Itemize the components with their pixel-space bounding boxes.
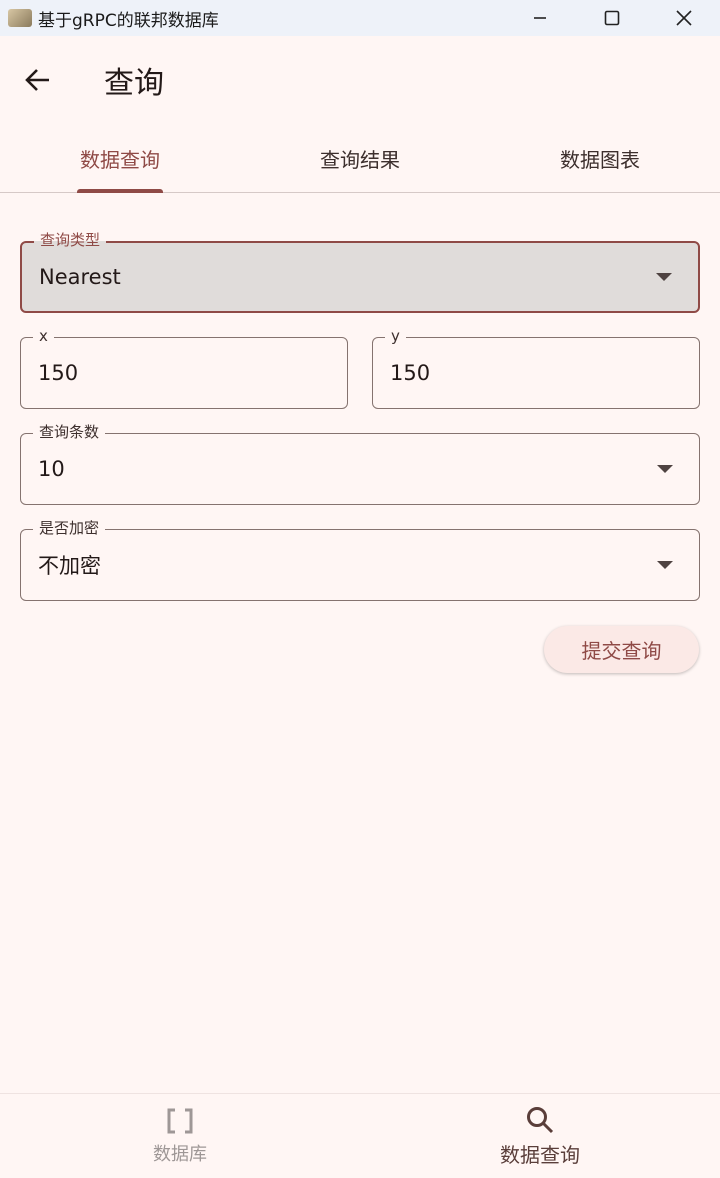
close-icon (676, 10, 692, 26)
tab-indicator (77, 189, 163, 193)
x-input[interactable]: x 150 (20, 327, 348, 409)
encrypt-value: 不加密 (38, 554, 101, 578)
y-value: 150 (390, 361, 431, 385)
tab-bar: 数据查询 查询结果 数据图表 (0, 124, 720, 193)
minimize-icon (534, 17, 546, 19)
nav-item-data-query[interactable]: 数据查询 (360, 1094, 720, 1178)
query-type-value: Nearest (39, 265, 121, 289)
dropdown-arrow-icon (657, 465, 673, 473)
dropdown-arrow-icon (656, 273, 672, 281)
tab-data-query[interactable]: 数据查询 (0, 124, 240, 193)
page-title: 查询 (104, 66, 164, 101)
y-label: y (385, 327, 406, 345)
query-count-label: 查询条数 (33, 423, 106, 441)
query-type-label: 查询类型 (34, 231, 107, 249)
minimize-button[interactable] (504, 0, 576, 36)
dropdown-arrow-icon (657, 561, 673, 569)
window-controls (504, 0, 720, 36)
search-icon (525, 1105, 555, 1135)
tab-query-results[interactable]: 查询结果 (240, 124, 480, 192)
tab-label: 数据查询 (80, 147, 160, 172)
x-value: 150 (38, 361, 79, 385)
encrypt-dropdown[interactable]: 是否加密 不加密 (20, 519, 700, 601)
maximize-icon (604, 10, 620, 26)
maximize-button[interactable] (576, 0, 648, 36)
window-title: 基于gRPC的联邦数据库 (38, 10, 219, 31)
tab-data-charts[interactable]: 数据图表 (480, 124, 720, 192)
tab-label: 查询结果 (320, 147, 400, 172)
app-icon (8, 9, 32, 27)
nav-label-database: 数据库 (153, 1144, 207, 1165)
back-button[interactable] (18, 60, 58, 100)
tab-label: 数据图表 (560, 147, 640, 172)
bottom-navigation: 数据库 数据查询 (0, 1093, 720, 1178)
close-button[interactable] (648, 0, 720, 36)
nav-label-data-query: 数据查询 (500, 1142, 580, 1167)
query-count-dropdown[interactable]: 查询条数 10 (20, 423, 700, 505)
encrypt-label: 是否加密 (33, 519, 106, 537)
submit-query-button[interactable]: 提交查询 (544, 626, 699, 673)
nav-item-database[interactable]: 数据库 (0, 1094, 360, 1178)
query-type-dropdown[interactable]: 查询类型 Nearest (20, 231, 700, 313)
x-label: x (33, 327, 54, 345)
query-count-value: 10 (38, 457, 65, 481)
window-titlebar: 基于gRPC的联邦数据库 (0, 0, 720, 36)
brackets-icon (166, 1106, 194, 1136)
arrow-left-icon (25, 69, 49, 91)
y-input[interactable]: y 150 (372, 327, 700, 409)
app-bar: 查询 (0, 36, 720, 124)
